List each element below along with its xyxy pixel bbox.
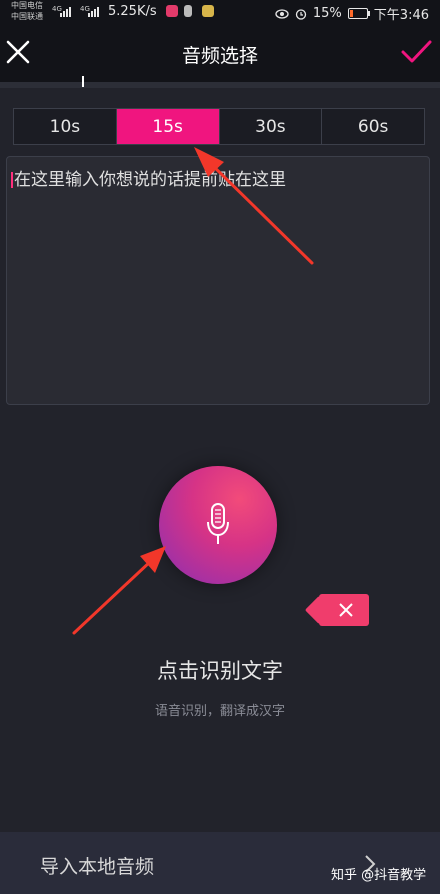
- script-text-input[interactable]: 在这里输入你想说的话提前贴在这里: [6, 156, 430, 405]
- record-button[interactable]: [159, 466, 277, 584]
- import-local-audio-label: 导入本地音频: [40, 856, 155, 878]
- carrier-info: 中国电信 中国联通: [11, 0, 43, 22]
- title-bar: 音频选择: [0, 24, 440, 82]
- duration-tabs: 10s 15s 30s 60s: [13, 108, 425, 145]
- signal-icon: [88, 7, 99, 17]
- tab-30s[interactable]: 30s: [220, 109, 323, 144]
- microphone-icon: [207, 503, 229, 544]
- network-speed: 5.25K/s: [108, 4, 157, 19]
- timeline-marker: [82, 76, 84, 87]
- carrier-1: 中国电信: [11, 1, 43, 10]
- tab-15s[interactable]: 15s: [116, 109, 220, 144]
- watermark: 知乎 @抖音教学: [331, 868, 427, 883]
- alarm-icon: [295, 8, 307, 20]
- delete-button[interactable]: [319, 594, 369, 626]
- check-icon[interactable]: [400, 38, 432, 66]
- audio-timeline: [0, 82, 440, 88]
- tab-60s[interactable]: 60s: [322, 109, 424, 144]
- eye-icon: [275, 8, 289, 19]
- battery-percent: 15%: [312, 6, 342, 21]
- script-text-value: 在这里输入你想说的话提前贴在这里: [14, 170, 286, 190]
- voice-hint: 语音识别，翻译成汉字: [154, 704, 285, 719]
- arrow-to-record-button: [72, 546, 166, 635]
- clipboard-icon: [184, 5, 192, 17]
- app-notification-icon: [202, 5, 214, 17]
- tab-10s[interactable]: 10s: [14, 109, 117, 144]
- text-cursor: [11, 172, 13, 188]
- delete-icon: [339, 603, 353, 617]
- clock: 下午3:46: [373, 8, 429, 23]
- import-local-audio-row[interactable]: 导入本地音频: [0, 832, 440, 894]
- signal-icon: [60, 7, 71, 17]
- carrier-2: 中国联通: [11, 12, 43, 21]
- page-title: 音频选择: [181, 45, 258, 67]
- voice-prompt: 点击识别文字: [157, 659, 283, 683]
- battery-icon: [347, 8, 370, 19]
- app-notification-icon: [166, 5, 178, 17]
- status-bar: 中国电信 中国联通 4G 4G 5.25K/s 15% 下午3:46: [0, 0, 440, 24]
